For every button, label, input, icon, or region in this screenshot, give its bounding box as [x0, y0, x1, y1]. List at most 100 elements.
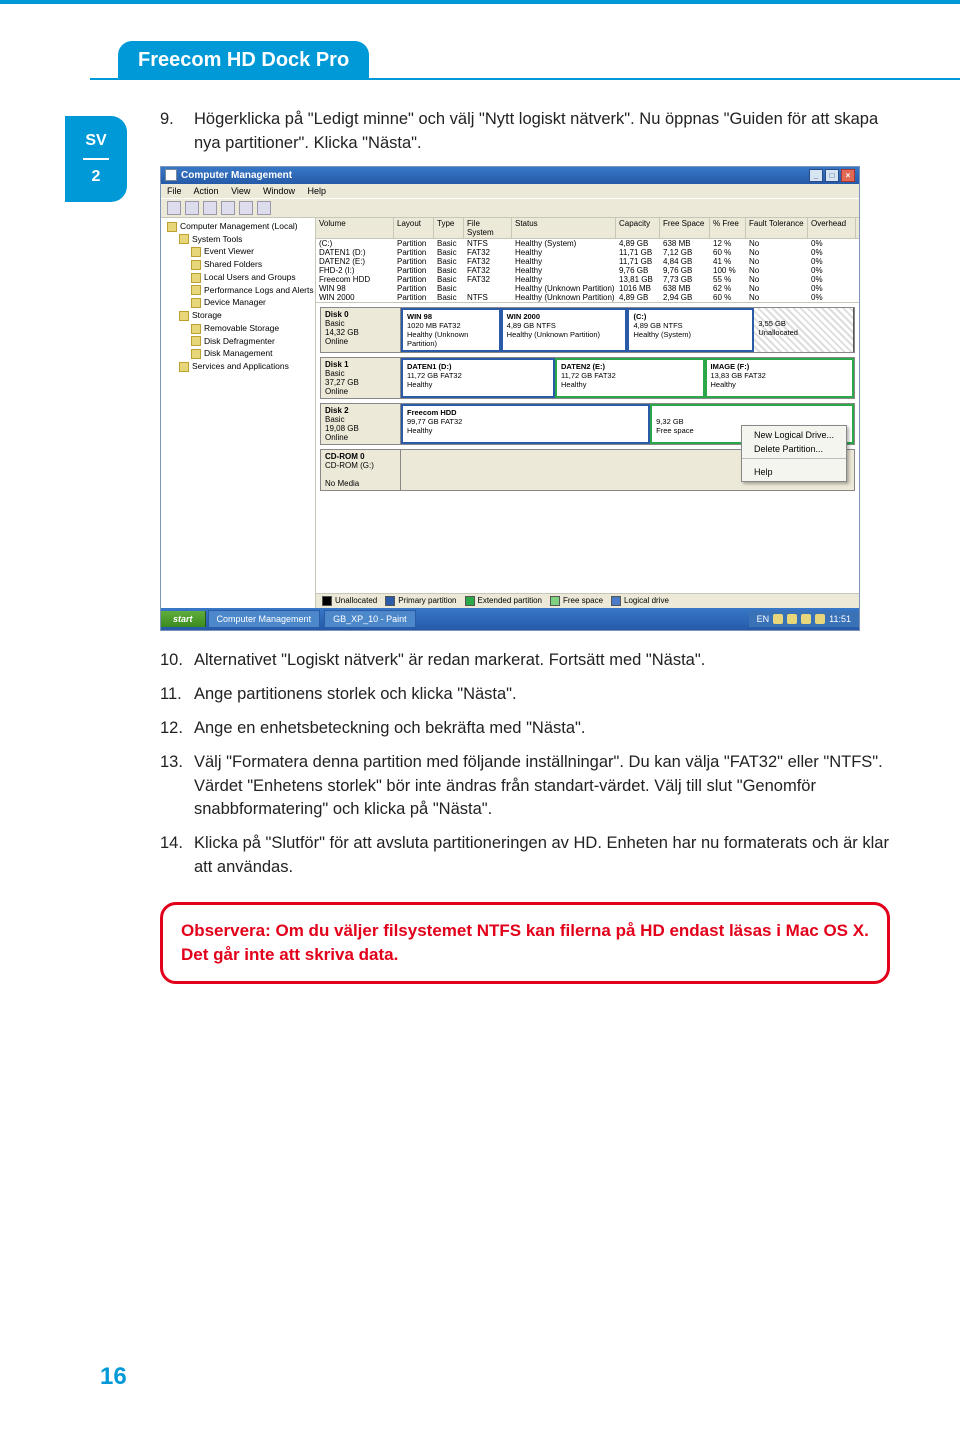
tree-item[interactable]: Disk Defragmenter: [161, 335, 315, 348]
step-number: 9.: [160, 108, 194, 156]
volume-table: VolumeLayoutTypeFile SystemStatusCapacit…: [316, 218, 859, 303]
folder-icon: [191, 285, 201, 295]
tray-icon[interactable]: [815, 614, 825, 624]
taskbar-item-cm[interactable]: Computer Management: [208, 610, 321, 628]
volume-cell: FAT32: [464, 266, 512, 275]
volume-row[interactable]: (C:)PartitionBasicNTFSHealthy (System)4,…: [316, 239, 859, 248]
disk-partition[interactable]: IMAGE (F:)13,83 GB FAT32Healthy: [705, 358, 854, 398]
toolbar: [161, 198, 859, 218]
column-header[interactable]: File System: [464, 218, 512, 238]
step-text: Alternativet "Logiskt nätverk" är redan …: [194, 649, 890, 673]
maximize-button[interactable]: □: [825, 169, 839, 182]
volume-row[interactable]: WIN 2000PartitionBasicNTFSHealthy (Unkno…: [316, 293, 859, 302]
minimize-button[interactable]: _: [809, 169, 823, 182]
menu-action[interactable]: Action: [194, 186, 219, 196]
volume-cell: Healthy (Unknown Partition): [512, 284, 616, 293]
tree-item[interactable]: Device Manager: [161, 296, 315, 309]
volume-cell: 0%: [808, 266, 856, 275]
content-area: 9. Högerklicka på "Ledigt minne" och väl…: [160, 108, 890, 984]
volume-row[interactable]: FHD-2 (I:)PartitionBasicFAT32Healthy9,76…: [316, 266, 859, 275]
volume-cell: Healthy (System): [512, 239, 616, 248]
column-header[interactable]: Overhead: [808, 218, 856, 238]
tree-item[interactable]: Shared Folders: [161, 258, 315, 271]
volume-cell: Basic: [434, 257, 464, 266]
step-number: 13.: [160, 751, 194, 823]
column-header[interactable]: Capacity: [616, 218, 660, 238]
folder-icon: [191, 273, 201, 283]
tree-item[interactable]: Local Users and Groups: [161, 271, 315, 284]
volume-cell: 9,76 GB: [616, 266, 660, 275]
menu-help[interactable]: Help: [742, 465, 846, 479]
volume-row[interactable]: DATEN2 (E:)PartitionBasicFAT32Healthy11,…: [316, 257, 859, 266]
header-bar: Freecom HD Dock Pro: [90, 38, 960, 80]
tree-item[interactable]: Disk Management: [161, 347, 315, 360]
volume-row[interactable]: Freecom HDDPartitionBasicFAT32Healthy13,…: [316, 275, 859, 284]
tree-item[interactable]: Computer Management (Local): [161, 220, 315, 233]
volume-cell: WIN 98: [316, 284, 394, 293]
tree-item[interactable]: Event Viewer: [161, 245, 315, 258]
menu-help[interactable]: Help: [307, 186, 326, 196]
menu-window[interactable]: Window: [263, 186, 295, 196]
volume-cell: 0%: [808, 293, 856, 302]
column-header[interactable]: Volume: [316, 218, 394, 238]
volume-row[interactable]: DATEN1 (D:)PartitionBasicFAT32Healthy11,…: [316, 248, 859, 257]
tree-item[interactable]: Removable Storage: [161, 322, 315, 335]
tree-item[interactable]: Services and Applications: [161, 360, 315, 373]
tree-item[interactable]: Storage: [161, 309, 315, 322]
menu-view[interactable]: View: [231, 186, 250, 196]
tray-icon[interactable]: [801, 614, 811, 624]
volume-cell: 4,89 GB: [616, 293, 660, 302]
disk-partition[interactable]: Freecom HDD99,77 GB FAT32Healthy: [401, 404, 650, 444]
step-13: 13. Välj "Formatera denna partition med …: [160, 751, 890, 823]
volume-cell: 60 %: [710, 248, 746, 257]
step-text: Ange partitionens storlek och klicka "Nä…: [194, 683, 890, 707]
volume-cell: [464, 284, 512, 293]
disk-partition[interactable]: DATEN2 (E:)11,72 GB FAT32Healthy: [555, 358, 704, 398]
disk-partition[interactable]: DATEN1 (D:)11,72 GB FAT32Healthy: [401, 358, 555, 398]
step-number: 14.: [160, 832, 194, 880]
tree-item[interactable]: System Tools: [161, 233, 315, 246]
column-header[interactable]: Layout: [394, 218, 434, 238]
start-button[interactable]: start: [161, 611, 206, 627]
folder-icon: [191, 247, 201, 257]
disk-partition[interactable]: WIN 981020 MB FAT32Healthy (Unknown Part…: [401, 308, 501, 352]
tray-lang[interactable]: EN: [757, 614, 770, 624]
tray-icon[interactable]: [787, 614, 797, 624]
volume-cell: 0%: [808, 275, 856, 284]
close-button[interactable]: ×: [841, 169, 855, 182]
disk-label[interactable]: Disk 2Basic19,08 GBOnline: [321, 404, 401, 444]
menu-new-logical-drive[interactable]: New Logical Drive...: [742, 428, 846, 442]
volume-cell: 1016 MB: [616, 284, 660, 293]
column-header[interactable]: % Free: [710, 218, 746, 238]
folder-icon: [191, 349, 201, 359]
toolbar-properties-icon[interactable]: [239, 201, 253, 215]
toolbar-refresh-icon[interactable]: [221, 201, 235, 215]
tree-pane[interactable]: Computer Management (Local)System ToolsE…: [161, 218, 316, 608]
volume-cell: Partition: [394, 284, 434, 293]
side-divider: [83, 158, 109, 160]
toolbar-up-icon[interactable]: [203, 201, 217, 215]
disk-partition[interactable]: (C:)4,89 GB NTFSHealthy (System): [627, 308, 754, 352]
menu-file[interactable]: File: [167, 186, 182, 196]
tree-item[interactable]: Performance Logs and Alerts: [161, 284, 315, 297]
menu-delete-partition[interactable]: Delete Partition...: [742, 442, 846, 456]
disk-label[interactable]: Disk 0Basic14,32 GBOnline: [321, 308, 401, 352]
disk-label[interactable]: Disk 1Basic37,27 GBOnline: [321, 358, 401, 398]
volume-row[interactable]: WIN 98PartitionBasicHealthy (Unknown Par…: [316, 284, 859, 293]
step-number: 10.: [160, 649, 194, 673]
toolbar-forward-icon[interactable]: [185, 201, 199, 215]
taskbar-item-paint[interactable]: GB_XP_10 - Paint: [324, 610, 416, 628]
toolbar-back-icon[interactable]: [167, 201, 181, 215]
volume-cell: No: [746, 239, 808, 248]
disk-partition[interactable]: WIN 20004,89 GB NTFSHealthy (Unknown Par…: [501, 308, 628, 352]
column-header[interactable]: Type: [434, 218, 464, 238]
column-header[interactable]: Free Space: [660, 218, 710, 238]
disk-partition[interactable]: 3,55 GBUnallocated: [754, 308, 854, 352]
disk-label[interactable]: CD-ROM 0CD-ROM (G:)No Media: [321, 450, 401, 490]
volume-header-row: VolumeLayoutTypeFile SystemStatusCapacit…: [316, 218, 859, 239]
tray-icon[interactable]: [773, 614, 783, 624]
volume-cell: Basic: [434, 239, 464, 248]
column-header[interactable]: Status: [512, 218, 616, 238]
column-header[interactable]: Fault Tolerance: [746, 218, 808, 238]
toolbar-help-icon[interactable]: [257, 201, 271, 215]
